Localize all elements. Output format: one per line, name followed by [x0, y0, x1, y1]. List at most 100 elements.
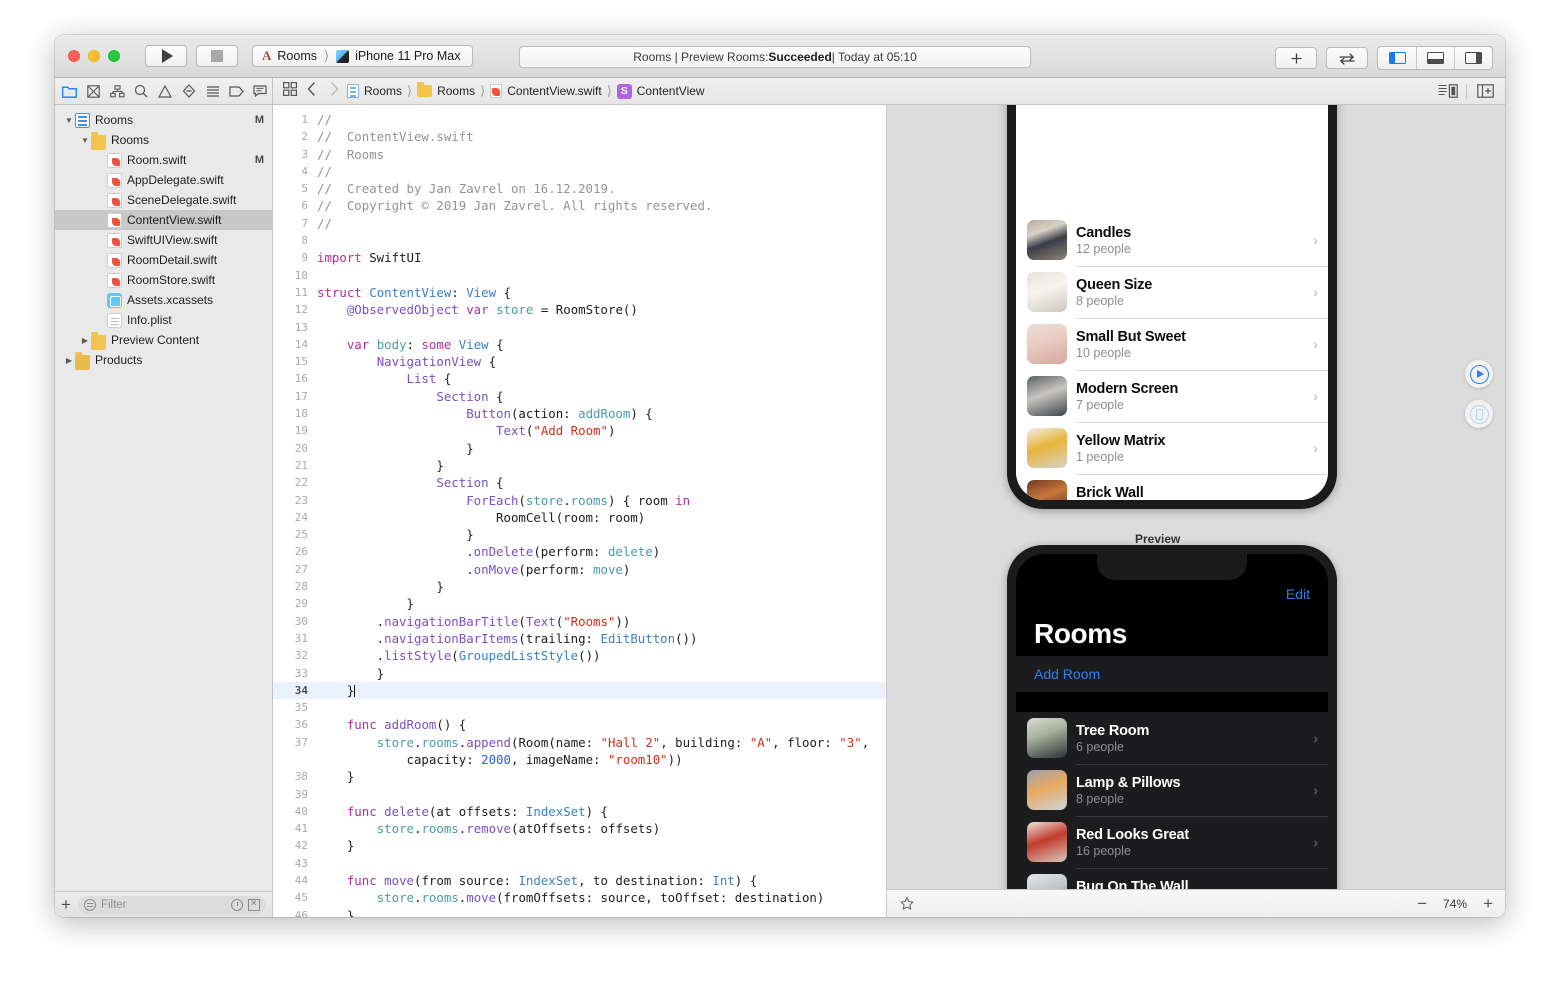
breadcrumb-item-symbol[interactable]: ContentView [637, 84, 705, 98]
code-line[interactable]: 5 // Created by Jan Zavrel on 16.12.2019. [273, 180, 886, 197]
code-line[interactable]: 23 ForEach(store.rooms) { room in [273, 492, 886, 509]
code-line[interactable]: 38 } [273, 768, 886, 785]
code-line[interactable]: 7 // [273, 215, 886, 232]
code-line[interactable]: 12 @ObservedObject var store = RoomStore… [273, 301, 886, 318]
file-tree-row[interactable]: Assets.xcassets [55, 290, 272, 310]
code-line[interactable]: 11 struct ContentView: View { [273, 284, 886, 301]
breadcrumb-item-folder[interactable]: Rooms [437, 84, 475, 98]
issue-navigator-icon[interactable] [153, 80, 177, 102]
edit-button[interactable]: Edit [1034, 586, 1310, 602]
file-tree-row[interactable]: RoomDetail.swift [55, 250, 272, 270]
code-line[interactable]: 10 [273, 267, 886, 284]
code-line[interactable]: 16 List { [273, 370, 886, 387]
code-line[interactable]: 17 Section { [273, 388, 886, 405]
code-line[interactable]: 8 [273, 232, 886, 249]
file-tree-row[interactable]: SwiftUIView.swift [55, 230, 272, 250]
code-line[interactable]: 41 store.rooms.remove(atOffsets: offsets… [273, 820, 886, 837]
file-tree-row[interactable]: RoomStore.swift [55, 270, 272, 290]
preview-device-light[interactable]: Candles 12 people › Queen Size 8 people › Smal… [1007, 105, 1337, 509]
disclosure-triangle-icon[interactable] [63, 116, 75, 125]
room-list-item[interactable]: Small But Sweet 10 people › [1016, 318, 1328, 370]
code-line[interactable]: 29 } [273, 595, 886, 612]
code-line[interactable]: 3 // Rooms [273, 146, 886, 163]
code-line[interactable]: 37 store.rooms.append(Room(name: "Hall 2… [273, 734, 886, 751]
file-tree-row[interactable]: Preview Content [55, 330, 272, 350]
go-forward-button[interactable] [330, 81, 339, 101]
recent-files-filter-icon[interactable] [231, 898, 243, 911]
minimap-toggle-icon[interactable] [1434, 80, 1462, 102]
code-line[interactable]: 31 .navigationBarItems(trailing: EditBut… [273, 630, 886, 647]
rooms-list-dark[interactable]: Tree Room 6 people › Lamp & Pillows 8 people… [1016, 712, 1328, 889]
add-file-button[interactable]: + [61, 896, 71, 913]
preview-canvas[interactable]: Candles 12 people › Queen Size 8 people › Smal… [887, 105, 1505, 917]
add-editor-icon[interactable] [1471, 80, 1499, 102]
rooms-list-light[interactable]: Candles 12 people › Queen Size 8 people › Smal… [1016, 214, 1328, 500]
zoom-in-button[interactable]: + [1483, 895, 1493, 912]
disclosure-triangle-icon[interactable] [63, 356, 75, 365]
room-list-item[interactable]: Red Looks Great 16 people › [1016, 816, 1328, 868]
swap-editors-button[interactable] [1326, 47, 1368, 69]
pin-icon[interactable] [899, 896, 915, 912]
filter-menu-icon[interactable] [83, 898, 96, 911]
scheme-selector[interactable]: A Rooms ⟩ iPhone 11 Pro Max [252, 45, 474, 67]
code-line[interactable]: 39 [273, 786, 886, 803]
live-preview-button[interactable] [1465, 360, 1493, 388]
code-line[interactable]: 40 func delete(at offsets: IndexSet) { [273, 803, 886, 820]
code-line[interactable]: 24 RoomCell(room: room) [273, 509, 886, 526]
breakpoint-navigator-icon[interactable] [224, 80, 248, 102]
room-list-item[interactable]: Queen Size 8 people › [1016, 266, 1328, 318]
file-tree-row[interactable]: AppDelegate.swift [55, 170, 272, 190]
room-list-item[interactable]: Tree Room 6 people › [1016, 712, 1328, 764]
code-line[interactable]: 42 } [273, 837, 886, 854]
source-control-navigator-icon[interactable] [82, 80, 106, 102]
code-line[interactable]: 4 // [273, 163, 886, 180]
code-line[interactable]: 33 } [273, 665, 886, 682]
code-line[interactable]: 6 // Copyright © 2019 Jan Zavrel. All rig… [273, 197, 886, 214]
related-items-icon[interactable] [283, 81, 297, 101]
file-tree-row[interactable]: Info.plist [55, 310, 272, 330]
code-line[interactable]: 14 var body: some View { [273, 336, 886, 353]
file-tree-row[interactable]: ContentView.swift [55, 210, 272, 230]
code-line[interactable]: 18 Button(action: addRoom) { [273, 405, 886, 422]
zoom-window-icon[interactable] [108, 50, 120, 62]
code-line[interactable]: 2 // ContentView.swift [273, 128, 886, 145]
room-list-item[interactable]: Brick Wall3 people › [1016, 474, 1328, 500]
breadcrumb-item-project[interactable]: Rooms [364, 84, 402, 98]
file-tree-row[interactable]: Rooms M [55, 110, 272, 130]
run-button[interactable] [145, 45, 187, 67]
toggle-debug-area-button[interactable] [1416, 47, 1454, 69]
code-line[interactable]: 35 [273, 699, 886, 716]
toggle-navigator-button[interactable] [1378, 47, 1416, 69]
breadcrumb-item-file[interactable]: ContentView.swift [507, 84, 602, 98]
filter-input[interactable]: Filter [77, 895, 266, 914]
debug-navigator-icon[interactable] [201, 80, 225, 102]
stop-button[interactable] [196, 45, 238, 67]
code-line[interactable]: 28 } [273, 578, 886, 595]
code-line[interactable]: 36 func addRoom() { [273, 716, 886, 733]
code-line[interactable]: 15 NavigationView { [273, 353, 886, 370]
room-list-item[interactable]: Candles 12 people › [1016, 214, 1328, 266]
code-line[interactable]: 22 Section { [273, 474, 886, 491]
code-line[interactable]: 45 store.rooms.move(fromOffsets: source,… [273, 889, 886, 906]
code-line[interactable]: 46 } [273, 907, 886, 917]
toggle-inspector-button[interactable] [1454, 47, 1492, 69]
code-line[interactable]: 25 } [273, 526, 886, 543]
zoom-out-button[interactable]: − [1417, 895, 1427, 912]
close-window-icon[interactable] [68, 50, 80, 62]
room-list-item[interactable]: Bug On The Wall10 people› [1016, 868, 1328, 889]
test-navigator-icon[interactable] [177, 80, 201, 102]
go-back-button[interactable] [307, 81, 316, 101]
minimize-window-icon[interactable] [88, 50, 100, 62]
code-line[interactable]: 1 // [273, 111, 886, 128]
room-list-item[interactable]: Lamp & Pillows 8 people › [1016, 764, 1328, 816]
file-tree-row[interactable]: Products [55, 350, 272, 370]
source-control-filter-icon[interactable] [248, 898, 260, 911]
room-list-item[interactable]: Modern Screen 7 people › [1016, 370, 1328, 422]
code-editor[interactable]: 1 // 2 // ContentView.swift 3 // Rooms 4 // 5 // … [273, 105, 887, 917]
code-line[interactable]: capacity: 2000, imageName: "room10")) [273, 751, 886, 768]
file-tree-row[interactable]: Rooms [55, 130, 272, 150]
report-navigator-icon[interactable] [248, 80, 272, 102]
code-line[interactable]: 20 } [273, 440, 886, 457]
code-line[interactable]: 34 } [273, 681, 886, 700]
file-tree-row[interactable]: SceneDelegate.swift [55, 190, 272, 210]
